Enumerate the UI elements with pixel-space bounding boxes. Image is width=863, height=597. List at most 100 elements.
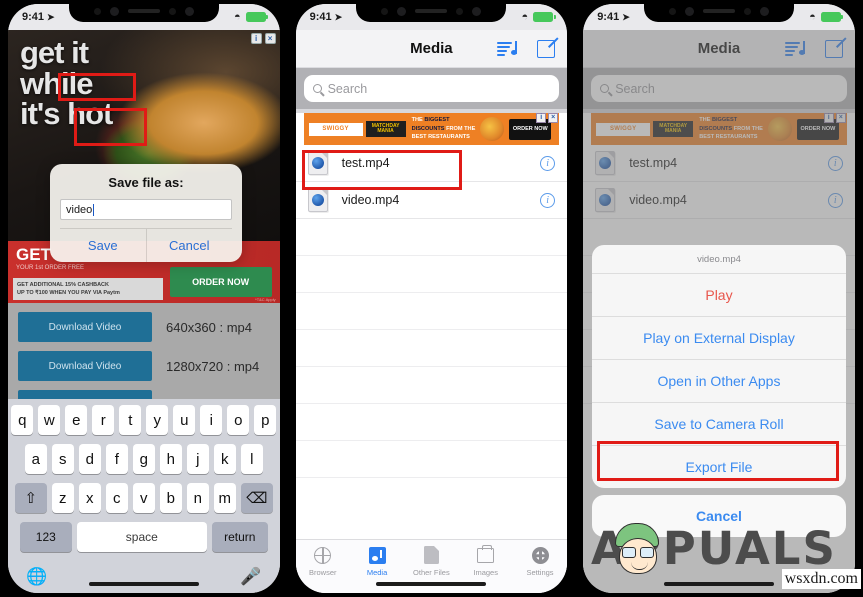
info-icon[interactable]: i bbox=[540, 192, 556, 208]
key-u[interactable]: u bbox=[173, 405, 196, 435]
promo-fine-print: *T&C Apply bbox=[255, 297, 276, 302]
action-open-in-other-apps[interactable]: Open in Other Apps bbox=[592, 360, 846, 403]
keyboard-row-2: a s d f g h j k l bbox=[8, 444, 280, 474]
battery-icon bbox=[820, 12, 844, 22]
key-v[interactable]: v bbox=[132, 483, 155, 513]
key-b[interactable]: b bbox=[159, 483, 182, 513]
ad-badges: i × bbox=[250, 33, 276, 44]
shift-key[interactable]: ⇧ bbox=[14, 483, 47, 513]
key-i[interactable]: i bbox=[200, 405, 223, 435]
key-j[interactable]: j bbox=[186, 444, 209, 474]
key-y[interactable]: y bbox=[146, 405, 169, 435]
ad-logo: SWIGGY bbox=[308, 122, 363, 136]
numbers-key[interactable]: 123 bbox=[19, 522, 72, 552]
action-sheet-group: video.mp4 Play Play on External Display … bbox=[592, 245, 846, 488]
info-icon[interactable]: i bbox=[540, 155, 556, 171]
status-time: 9:41 bbox=[597, 11, 620, 23]
promo-order-now-button[interactable]: ORDER NOW bbox=[169, 267, 272, 297]
ad-close-icon[interactable]: × bbox=[264, 33, 276, 44]
ad-info-icon[interactable]: i bbox=[536, 113, 547, 123]
ad-info-icon[interactable]: i bbox=[250, 33, 262, 44]
key-c[interactable]: c bbox=[105, 483, 128, 513]
ad-logo-secondary: MATCHDAY MANIA bbox=[365, 121, 406, 137]
ad-copy-line-2b: FROM THE bbox=[444, 125, 476, 132]
empty-row bbox=[295, 404, 568, 441]
swiggy-ad-banner[interactable]: SWIGGY MATCHDAY MANIA THE BIGGEST DISCOU… bbox=[303, 113, 560, 145]
image-icon bbox=[477, 544, 495, 565]
key-q[interactable]: q bbox=[11, 405, 34, 435]
phone-screen-1: 9:41 ➤ ◓ get it while it's hot i × GET Y… bbox=[0, 0, 288, 597]
key-l[interactable]: l bbox=[240, 444, 263, 474]
dialog-cancel-button[interactable]: Cancel bbox=[147, 229, 233, 262]
notch-sensor bbox=[759, 6, 769, 16]
action-play[interactable]: Play bbox=[592, 274, 846, 317]
download-video-button[interactable]: Download Video bbox=[18, 351, 152, 381]
key-m[interactable]: m bbox=[213, 483, 236, 513]
key-e[interactable]: e bbox=[65, 405, 88, 435]
action-save-to-camera-roll[interactable]: Save to Camera Roll bbox=[592, 403, 846, 446]
tab-settings[interactable]: Settings bbox=[513, 545, 567, 593]
key-o[interactable]: o bbox=[227, 405, 250, 435]
home-indicator bbox=[88, 581, 199, 586]
empty-row bbox=[295, 330, 568, 367]
notch-speaker bbox=[127, 9, 160, 13]
location-arrow-icon: ➤ bbox=[47, 11, 55, 22]
notch-sensor bbox=[184, 6, 194, 16]
notch-sensor bbox=[456, 7, 464, 15]
location-arrow-icon: ➤ bbox=[334, 11, 343, 22]
compose-icon[interactable] bbox=[537, 39, 556, 58]
key-p[interactable]: p bbox=[254, 405, 277, 435]
dialog-save-button[interactable]: Save bbox=[60, 229, 147, 262]
file-name: video.mp4 bbox=[341, 193, 400, 207]
backspace-key[interactable]: ⌫ bbox=[240, 483, 273, 513]
search-icon bbox=[312, 84, 322, 93]
download-resolution: 640x360 : mp4 bbox=[166, 319, 253, 335]
action-sheet-cancel-button[interactable]: Cancel bbox=[592, 495, 846, 537]
ad-pizza-image bbox=[480, 117, 505, 141]
playlist-icon[interactable] bbox=[497, 40, 518, 57]
search-container: Search bbox=[295, 68, 568, 109]
globe-icon[interactable]: 🌐 bbox=[26, 567, 47, 587]
tab-label: Settings bbox=[526, 568, 554, 577]
search-placeholder: Search bbox=[327, 81, 368, 96]
key-d[interactable]: d bbox=[78, 444, 101, 474]
key-r[interactable]: r bbox=[92, 405, 115, 435]
ad-caption-line-2: while bbox=[20, 65, 94, 101]
space-key[interactable]: space bbox=[76, 522, 207, 552]
device-notch-1 bbox=[68, 0, 219, 22]
search-input[interactable]: Search bbox=[303, 75, 560, 102]
key-f[interactable]: f bbox=[105, 444, 128, 474]
empty-row bbox=[295, 256, 568, 293]
key-w[interactable]: w bbox=[38, 405, 61, 435]
empty-row bbox=[295, 219, 568, 256]
action-play-external-display[interactable]: Play on External Display bbox=[592, 317, 846, 360]
list-item[interactable]: video.mp4 i bbox=[295, 182, 568, 219]
key-h[interactable]: h bbox=[159, 444, 182, 474]
empty-row bbox=[295, 367, 568, 404]
save-file-dialog: Save file as: video Save Cancel bbox=[50, 164, 242, 262]
phone-3-screen: Media Search SWI bbox=[583, 30, 855, 593]
on-screen-keyboard[interactable]: q w e r t y u i o p a s d f g h j k l ⇧ … bbox=[8, 399, 280, 593]
action-export-file[interactable]: Export File bbox=[592, 446, 846, 488]
wifi-icon: ◓ bbox=[233, 11, 241, 23]
key-x[interactable]: x bbox=[78, 483, 101, 513]
key-g[interactable]: g bbox=[132, 444, 155, 474]
microphone-icon[interactable]: 🎤 bbox=[240, 567, 261, 587]
notch-camera bbox=[109, 6, 119, 16]
ad-caption-line-1: get it bbox=[20, 35, 89, 70]
notch-sensor bbox=[168, 7, 176, 15]
download-video-button[interactable]: Download Video bbox=[18, 312, 152, 342]
list-item[interactable]: test.mp4 i bbox=[295, 145, 568, 182]
key-t[interactable]: t bbox=[119, 405, 142, 435]
key-a[interactable]: a bbox=[24, 444, 47, 474]
screenshot-stage: 9:41 ➤ ◓ get it while it's hot i × GET Y… bbox=[0, 0, 863, 597]
key-n[interactable]: n bbox=[186, 483, 209, 513]
key-k[interactable]: k bbox=[213, 444, 236, 474]
phone-screen-3: 9:41 ➤ ◓ Media bbox=[575, 0, 863, 597]
tab-browser[interactable]: Browser bbox=[296, 545, 350, 593]
return-key[interactable]: return bbox=[211, 522, 268, 552]
ad-close-icon[interactable]: × bbox=[548, 113, 559, 123]
key-z[interactable]: z bbox=[51, 483, 74, 513]
filename-input[interactable]: video bbox=[60, 199, 232, 220]
key-s[interactable]: s bbox=[51, 444, 74, 474]
